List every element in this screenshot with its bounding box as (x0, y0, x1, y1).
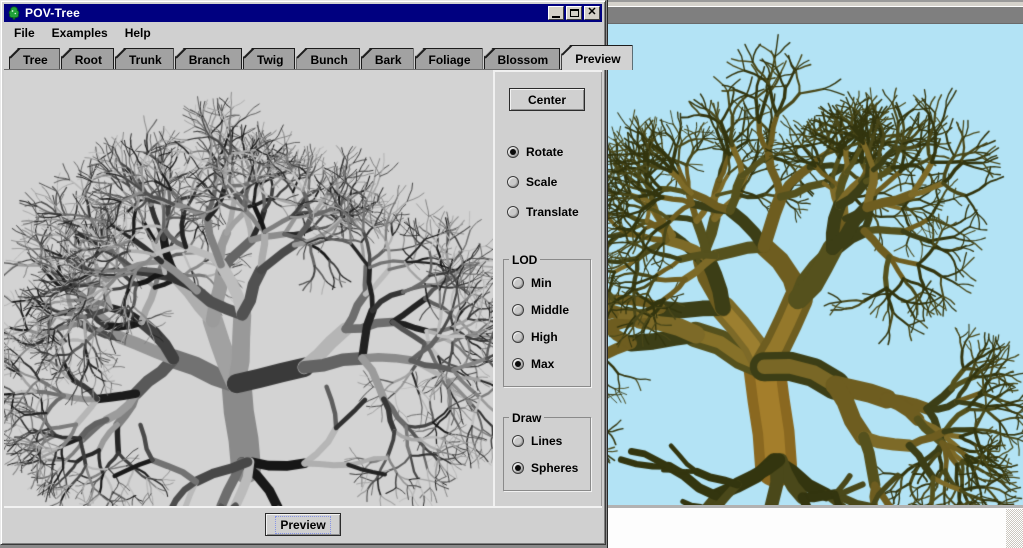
radio-lod-max[interactable]: Max (512, 357, 584, 371)
radio-lod-min[interactable]: Min (512, 276, 584, 290)
preview-button[interactable]: Preview (265, 513, 341, 536)
radio-button-icon (512, 358, 524, 370)
rendered-tree-canvas (608, 24, 1023, 505)
rendered-tree-image (608, 24, 1023, 505)
minimize-icon (552, 16, 560, 18)
draw-group-label: Draw (509, 411, 544, 425)
menubar: File Examples Help (4, 22, 602, 43)
tab-trunk[interactable]: Trunk (115, 48, 174, 69)
titlebar[interactable]: POV-Tree ✕ (4, 4, 602, 22)
window-title: POV-Tree (25, 6, 80, 20)
tab-branch[interactable]: Branch (175, 48, 242, 69)
transform-mode-group: Rotate Scale Translate (495, 145, 602, 219)
radio-lod-high[interactable]: High (512, 330, 584, 344)
render-window-client (608, 505, 1023, 548)
render-window (607, 0, 1023, 548)
maximize-button[interactable] (566, 6, 582, 20)
render-window-border (608, 0, 1023, 7)
tab-twig[interactable]: Twig (243, 48, 295, 69)
radio-draw-spheres[interactable]: Spheres (512, 461, 584, 475)
menu-file[interactable]: File (10, 24, 44, 42)
menu-examples[interactable]: Examples (48, 24, 117, 42)
preview-tree-canvas[interactable] (4, 70, 493, 506)
radio-draw-lines[interactable]: Lines (512, 434, 584, 448)
tab-bark[interactable]: Bark (361, 48, 414, 69)
lod-group-label: LOD (509, 253, 540, 267)
control-panel: Center Rotate Scale Translate LOD (493, 70, 602, 506)
menu-help[interactable]: Help (121, 24, 160, 42)
tab-tree[interactable]: Tree (9, 48, 60, 69)
bottom-bar: Preview (4, 506, 602, 541)
minimize-button[interactable] (548, 6, 564, 20)
radio-button-icon (512, 277, 524, 289)
radio-button-icon (512, 435, 524, 447)
scrollbar-track[interactable] (1006, 509, 1023, 548)
radio-button-icon (507, 146, 519, 158)
radio-lod-middle[interactable]: Middle (512, 303, 584, 317)
radio-button-icon (512, 462, 524, 474)
tree-icon (6, 6, 21, 21)
preview-pane: Center Rotate Scale Translate LOD (4, 69, 602, 506)
close-icon: ✕ (587, 7, 596, 18)
tab-strip: Tree Root Trunk Branch Twig Bunch Bark F… (4, 43, 602, 69)
radio-scale[interactable]: Scale (507, 175, 602, 189)
tab-root[interactable]: Root (61, 48, 114, 69)
close-button[interactable]: ✕ (584, 6, 600, 20)
radio-button-icon (507, 206, 519, 218)
maximize-icon (570, 9, 579, 17)
center-button[interactable]: Center (509, 88, 585, 111)
radio-button-icon (512, 304, 524, 316)
tab-blossom[interactable]: Blossom (484, 48, 561, 69)
preview-viewport[interactable] (4, 70, 493, 506)
povtree-window: POV-Tree ✕ File Examples Help Tree Root … (0, 0, 606, 545)
lod-group: LOD Min Middle High Max (503, 259, 591, 387)
tab-bunch[interactable]: Bunch (296, 48, 359, 69)
radio-rotate[interactable]: Rotate (507, 145, 602, 159)
tab-foliage[interactable]: Foliage (415, 48, 483, 69)
tab-preview[interactable]: Preview (561, 45, 632, 70)
draw-group: Draw Lines Spheres (503, 417, 591, 491)
radio-translate[interactable]: Translate (507, 205, 602, 219)
radio-button-icon (512, 331, 524, 343)
render-window-titlebar[interactable] (608, 7, 1023, 24)
radio-button-icon (507, 176, 519, 188)
